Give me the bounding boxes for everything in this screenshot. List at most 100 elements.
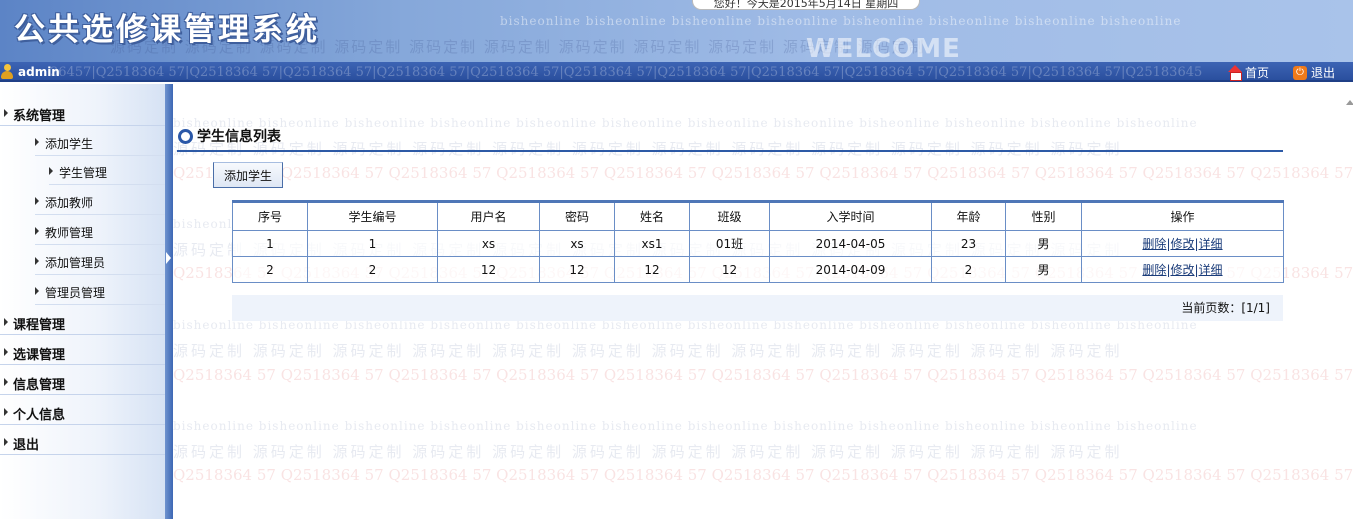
sidebar-group-label: 选课管理 [13, 348, 66, 363]
delete-link[interactable]: 删除 [1142, 263, 1166, 277]
cell-student-id: 1 [307, 230, 438, 257]
column-header: 用户名 [437, 201, 540, 231]
sidebar-item-teacher-manage[interactable]: 教师管理 [35, 219, 165, 245]
caret-right-icon [4, 438, 8, 446]
content-watermark: 源码定制 源码定制 源码定制 源码定制 源码定制 源码定制 源码定制 源码定制 … [173, 443, 1123, 461]
content-watermark: bisheonline bisheonline bisheonline bish… [173, 419, 1198, 433]
circle-bullet-icon [178, 128, 193, 144]
user-bar: 36457|Q2518364 57|Q2518364 57|Q2518364 5… [0, 62, 1353, 82]
cell-age: 2 [931, 256, 1006, 283]
cell-gender: 男 [1005, 256, 1082, 283]
sidebar-group-label: 信息管理 [13, 378, 66, 393]
cell-name: xs1 [614, 230, 690, 257]
column-header: 姓名 [614, 201, 690, 231]
cell-password: xs [539, 230, 615, 257]
sidebar-group-info[interactable]: 信息管理 [0, 369, 165, 395]
add-student-button[interactable]: 添加学生 [213, 162, 283, 188]
detail-link[interactable]: 详细 [1199, 263, 1223, 277]
power-icon: ⏻ [1293, 65, 1307, 80]
column-header: 学生编号 [307, 201, 438, 231]
scroll-up-icon[interactable] [1346, 100, 1353, 105]
cell-enroll-date: 2014-04-09 [769, 256, 932, 283]
main-content: bisheonline bisheonline bisheonline bish… [173, 84, 1353, 519]
sidebar-group-label: 课程管理 [13, 318, 66, 333]
sidebar-group-label: 个人信息 [13, 408, 66, 423]
sidebar-group-profile[interactable]: 个人信息 [0, 399, 165, 425]
app-title: 公共选修课管理系统 [14, 12, 320, 48]
delete-link[interactable]: 删除 [1142, 237, 1166, 251]
caret-right-icon [35, 257, 39, 265]
cell-actions: 删除|修改|详细 [1081, 230, 1284, 257]
content-watermark: Q2518364 57 Q2518364 57 Q2518364 57 Q251… [173, 164, 1353, 182]
caret-right-icon [35, 287, 39, 295]
header-watermark: bisheonline bisheonline bisheonline bish… [500, 14, 1182, 28]
content-watermark: Q2518364 57 Q2518364 57 Q2518364 57 Q251… [173, 466, 1353, 484]
table-header-row: 序号 学生编号 用户名 密码 姓名 班级 入学时间 年龄 性别 操作 [232, 201, 1284, 231]
caret-right-icon [35, 197, 39, 205]
sidebar-item-student-manage[interactable]: 学生管理 [49, 159, 165, 185]
edit-link[interactable]: 修改 [1170, 263, 1194, 277]
sidebar: 系统管理 添加学生 学生管理 添加教师 教师管理 添加管理员 管理员管理 课程管… [0, 84, 165, 519]
table-row: 1 1 xs xs xs1 01班 2014-04-05 23 男 删除|修改|… [232, 230, 1284, 257]
column-header: 密码 [539, 201, 615, 231]
table-row: 2 2 12 12 12 12 2014-04-09 2 男 删除|修改|详细 [232, 256, 1284, 283]
date-notice: 您好！今天是2015年5月14日 星期四 [692, 0, 920, 10]
caret-right-icon [4, 348, 8, 356]
collapse-arrow-icon [166, 252, 171, 264]
welcome-logo: WELCOME [806, 34, 961, 62]
column-header: 性别 [1005, 201, 1082, 231]
page-title-text: 学生信息列表 [197, 129, 281, 145]
content-watermark: Q2518364 57 Q2518364 57 Q2518364 57 Q251… [173, 366, 1353, 384]
home-icon [1228, 65, 1243, 81]
cell-username: 12 [437, 256, 540, 283]
cell-gender: 男 [1005, 230, 1082, 257]
sidebar-group-system[interactable]: 系统管理 [0, 100, 165, 126]
caret-right-icon [4, 408, 8, 416]
sidebar-item-add-student[interactable]: 添加学生 [35, 130, 165, 156]
column-header: 操作 [1081, 201, 1284, 231]
sidebar-group-label: 系统管理 [13, 109, 66, 124]
cell-enroll-date: 2014-04-05 [769, 230, 932, 257]
sidebar-item-label: 添加教师 [45, 196, 94, 210]
userbar-watermark: 36457|Q2518364 57|Q2518364 57|Q2518364 5… [50, 65, 1203, 80]
column-header: 序号 [232, 201, 308, 231]
home-link[interactable]: 首页 [1228, 64, 1269, 81]
sidebar-item-add-teacher[interactable]: 添加教师 [35, 189, 165, 215]
page-title: 学生信息列表 [178, 126, 281, 146]
sidebar-item-add-admin[interactable]: 添加管理员 [35, 249, 165, 275]
cell-index: 1 [232, 230, 308, 257]
sidebar-item-label: 学生管理 [59, 166, 108, 180]
caret-right-icon [35, 227, 39, 235]
pagination: 当前页数：[1/1] [232, 295, 1283, 321]
sidebar-collapse-handle[interactable] [165, 84, 173, 519]
content-watermark: 源码定制 源码定制 源码定制 源码定制 源码定制 源码定制 源码定制 源码定制 … [173, 140, 1123, 158]
student-table: 序号 学生编号 用户名 密码 姓名 班级 入学时间 年龄 性别 操作 1 1 x… [232, 200, 1284, 283]
sidebar-item-label: 添加管理员 [45, 256, 106, 270]
logout-link[interactable]: ⏻ 退出 [1293, 64, 1335, 81]
sidebar-item-label: 管理员管理 [45, 286, 106, 300]
detail-link[interactable]: 详细 [1199, 237, 1223, 251]
sidebar-group-logout[interactable]: 退出 [0, 429, 165, 455]
sidebar-item-admin-manage[interactable]: 管理员管理 [35, 279, 165, 305]
edit-link[interactable]: 修改 [1170, 237, 1194, 251]
cell-class: 01班 [689, 230, 770, 257]
caret-right-icon [4, 318, 8, 326]
content-watermark: 源码定制 源码定制 源码定制 源码定制 源码定制 源码定制 源码定制 源码定制 … [173, 342, 1123, 360]
cell-class: 12 [689, 256, 770, 283]
title-divider [177, 150, 1283, 152]
cell-actions: 删除|修改|详细 [1081, 256, 1284, 283]
column-header: 班级 [689, 201, 770, 231]
caret-right-icon [4, 109, 8, 117]
cell-student-id: 2 [307, 256, 438, 283]
app-header: 您好！今天是2015年5月14日 星期四 bisheonline bisheon… [0, 0, 1353, 62]
cell-password: 12 [539, 256, 615, 283]
caret-right-icon [4, 378, 8, 386]
content-watermark: bisheonline bisheonline bisheonline bish… [173, 116, 1198, 130]
cell-index: 2 [232, 256, 308, 283]
cell-username: xs [437, 230, 540, 257]
column-header: 入学时间 [769, 201, 932, 231]
sidebar-group-selection[interactable]: 选课管理 [0, 339, 165, 365]
sidebar-group-course[interactable]: 课程管理 [0, 309, 165, 335]
user-icon [1, 64, 13, 79]
logout-label: 退出 [1311, 66, 1336, 80]
